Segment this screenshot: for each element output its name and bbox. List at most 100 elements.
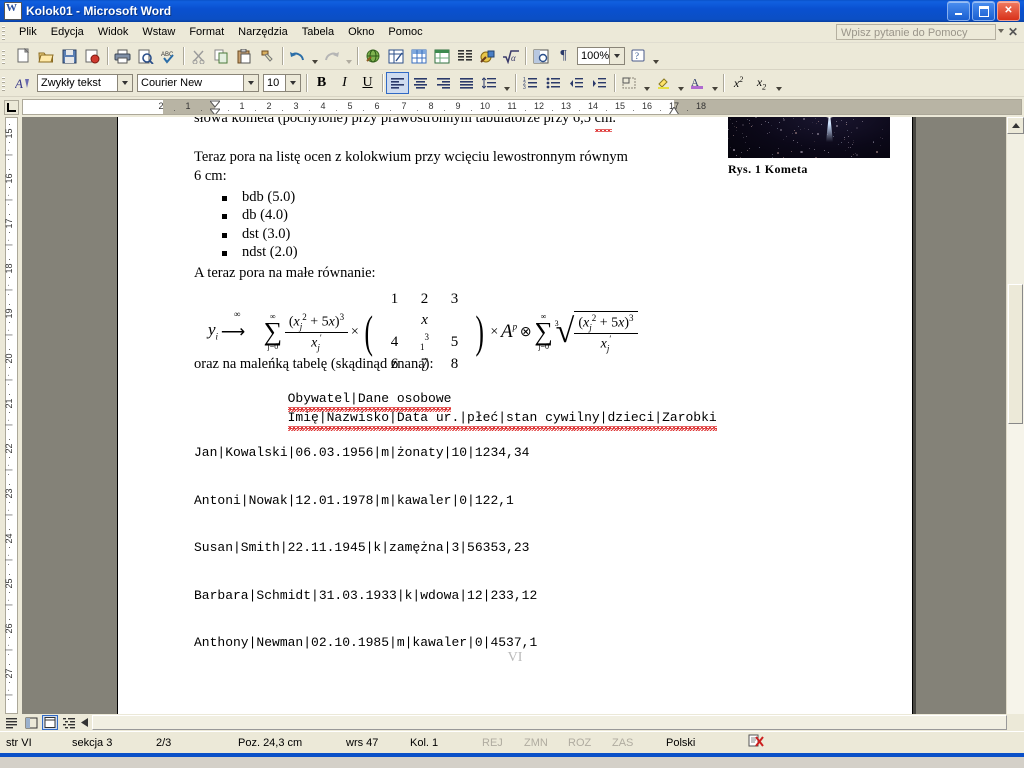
menu-pomoc[interactable]: Pomoc (381, 24, 429, 40)
scroll-up-icon[interactable] (1007, 117, 1024, 134)
document-page-1[interactable]: słowa kometa (pochylone) przy prawostron… (117, 117, 913, 714)
spelling-check-icon[interactable]: ABC (157, 45, 180, 67)
format-painter-icon[interactable] (256, 45, 279, 67)
font-dropdown-arrow-icon[interactable] (243, 75, 258, 91)
vertical-scrollbar[interactable] (1006, 117, 1024, 714)
status-mode-rej[interactable]: REJ (476, 737, 518, 749)
tab-stop-selector[interactable] (0, 97, 22, 117)
horizontal-scroll-track[interactable] (92, 715, 1007, 730)
numbered-list-icon[interactable]: 123 (519, 72, 542, 94)
new-document-icon[interactable] (12, 45, 35, 67)
underline-button[interactable]: U (356, 72, 379, 94)
undo-icon[interactable] (286, 45, 309, 67)
print-layout-view-icon[interactable] (42, 715, 58, 730)
equation-object[interactable]: yi ∞ ⟶ ∞ ∑ j=0 (xj2 + 5x)3 xj′ × (1 2 3… (194, 289, 892, 372)
spelling-status-icon[interactable] (742, 734, 770, 751)
bold-button[interactable]: B (310, 72, 333, 94)
normal-view-icon[interactable] (2, 715, 20, 731)
menu-okno[interactable]: Okno (341, 24, 381, 40)
styles-and-formatting-icon[interactable]: A (12, 72, 35, 94)
font-size-dropdown-arrow-icon[interactable] (285, 75, 300, 91)
toolbar-options-arrow-icon[interactable] (650, 42, 661, 71)
document-map-icon[interactable] (529, 45, 552, 67)
copy-icon[interactable] (210, 45, 233, 67)
menu-grip-handle[interactable] (2, 24, 10, 40)
drawing-icon[interactable] (476, 45, 499, 67)
font-combo[interactable]: Courier New (137, 74, 259, 92)
vertical-scroll-thumb[interactable] (1008, 284, 1023, 424)
increase-indent-icon[interactable] (588, 72, 611, 94)
right-indent-marker[interactable] (669, 106, 679, 114)
status-mode-zmn[interactable]: ZMN (518, 737, 562, 749)
close-document-icon[interactable]: ✕ (1008, 25, 1018, 39)
superscript-icon[interactable]: x2 (727, 72, 750, 94)
equation-editor-icon[interactable]: α (499, 45, 522, 67)
highlight-icon[interactable] (652, 72, 675, 94)
vertical-ruler[interactable]: · 15 · · | · · 16 · · | · · 17 · · | · · 18 · ·… (0, 117, 22, 714)
figure-kometa[interactable]: Rys. 1 Kometa (728, 117, 890, 177)
open-folder-icon[interactable] (35, 45, 58, 67)
chevron-down-icon[interactable] (998, 29, 1004, 33)
borders-icon[interactable] (618, 72, 641, 94)
scroll-left-icon[interactable] (78, 715, 92, 730)
menu-tabela[interactable]: Tabela (295, 24, 341, 40)
close-button[interactable]: ✕ (997, 1, 1020, 21)
formatting-toolbar-grip[interactable] (2, 75, 10, 91)
highlight-dropdown-arrow-icon[interactable] (675, 69, 686, 98)
columns-icon[interactable] (453, 45, 476, 67)
horizontal-ruler[interactable]: 2 1 · · 1 · 2 · 3 · 4 · 5 · 6 · 7 · 8 · 9 · 10 · 11 · 12 · 13 · 14 · 15 ·… (22, 99, 1022, 115)
permission-icon[interactable] (81, 45, 104, 67)
status-mode-roz[interactable]: ROZ (562, 737, 606, 749)
insert-table-icon[interactable] (407, 45, 430, 67)
print-preview-icon[interactable] (134, 45, 157, 67)
align-right-icon[interactable] (432, 72, 455, 94)
help-icon[interactable]: ? (627, 45, 650, 67)
web-layout-view-icon[interactable] (22, 715, 40, 731)
font-color-dropdown-arrow-icon[interactable] (709, 69, 720, 98)
subscript-icon[interactable]: x2 (750, 72, 773, 94)
align-left-icon[interactable] (386, 72, 409, 94)
redo-icon[interactable] (320, 45, 343, 67)
menu-format[interactable]: Format (182, 24, 231, 40)
menu-narzedzia[interactable]: Narzędzia (231, 24, 295, 40)
ask-a-question-box[interactable]: Wpisz pytanie do Pomocy (836, 24, 996, 40)
undo-dropdown-arrow-icon[interactable] (309, 42, 320, 71)
save-icon[interactable] (58, 45, 81, 67)
menu-wstaw[interactable]: Wstaw (135, 24, 182, 40)
outline-view-icon[interactable] (60, 715, 78, 731)
restore-button[interactable] (972, 1, 995, 21)
paste-icon[interactable] (233, 45, 256, 67)
left-indent-markers[interactable] (208, 100, 222, 114)
style-dropdown-arrow-icon[interactable] (117, 75, 132, 91)
minimize-button[interactable] (947, 1, 970, 21)
standard-toolbar-grip[interactable] (2, 48, 10, 64)
line-spacing-dropdown-arrow-icon[interactable] (501, 69, 512, 98)
insert-hyperlink-icon[interactable] (361, 45, 384, 67)
redo-dropdown-arrow-icon[interactable] (343, 42, 354, 71)
menu-widok[interactable]: Widok (91, 24, 136, 40)
bulleted-list-icon[interactable] (542, 72, 565, 94)
vertical-scroll-track[interactable] (1007, 284, 1024, 714)
borders-dropdown-arrow-icon[interactable] (641, 69, 652, 98)
align-justify-icon[interactable] (455, 72, 478, 94)
line-spacing-icon[interactable] (478, 72, 501, 94)
zoom-combo[interactable]: 100% (577, 47, 625, 65)
status-mode-zas[interactable]: ZAS (606, 737, 660, 749)
font-color-icon[interactable]: A (686, 72, 709, 94)
zoom-dropdown-arrow-icon[interactable] (609, 48, 624, 64)
decrease-indent-icon[interactable] (565, 72, 588, 94)
tables-and-borders-icon[interactable] (384, 45, 407, 67)
font-size-combo[interactable]: 10 (263, 74, 301, 92)
insert-excel-worksheet-icon[interactable] (430, 45, 453, 67)
document-canvas[interactable]: słowa kometa (pochylone) przy prawostron… (22, 117, 1024, 714)
align-center-icon[interactable] (409, 72, 432, 94)
formatting-toolbar-options-arrow-icon[interactable] (773, 69, 784, 98)
menu-edycja[interactable]: Edycja (44, 24, 91, 40)
menu-plik[interactable]: Plik (12, 24, 44, 40)
status-language[interactable]: Polski (660, 737, 742, 749)
style-combo[interactable]: Zwykły tekst (37, 74, 133, 92)
show-formatting-marks-icon[interactable]: ¶ (552, 45, 575, 67)
italic-button[interactable]: I (333, 72, 356, 94)
cut-scissors-icon[interactable] (187, 45, 210, 67)
print-icon[interactable] (111, 45, 134, 67)
